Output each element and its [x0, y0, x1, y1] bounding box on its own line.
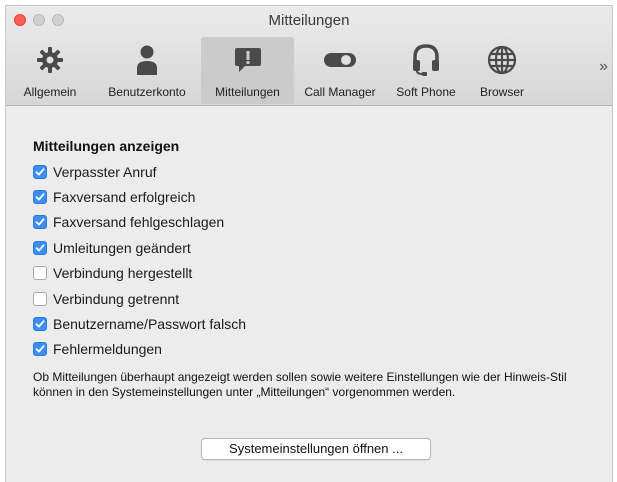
tab-label: Browser: [479, 85, 524, 99]
option-umleitungen-geaendert[interactable]: Umleitungen geändert: [33, 238, 191, 258]
tab-browser[interactable]: Browser: [466, 37, 538, 104]
gear-icon: [8, 41, 92, 79]
option-label: Benutzername/Passwort falsch: [53, 316, 246, 332]
option-faxversand-fehlgeschlagen[interactable]: Faxversand fehlgeschlagen: [33, 212, 224, 232]
option-label: Verbindung hergestellt: [53, 265, 193, 281]
notifications-pane: Mitteilungen anzeigen Verpasster Anruf F…: [6, 106, 612, 482]
globe-icon: [466, 41, 538, 79]
option-verpasster-anruf[interactable]: Verpasster Anruf: [33, 162, 157, 182]
checkmark-icon: [35, 320, 45, 328]
checkbox-checked[interactable]: [33, 165, 47, 179]
option-fehlermeldungen[interactable]: Fehlermeldungen: [33, 339, 162, 359]
option-label: Umleitungen geändert: [53, 240, 191, 256]
checkbox-checked[interactable]: [33, 317, 47, 331]
tab-label: Soft Phone: [396, 85, 456, 99]
checkmark-icon: [35, 218, 45, 226]
open-system-preferences-button[interactable]: Systemeinstellungen öffnen ...: [201, 438, 431, 460]
option-faxversand-erfolgreich[interactable]: Faxversand erfolgreich: [33, 187, 195, 207]
tab-soft-phone[interactable]: Soft Phone: [386, 37, 466, 104]
tab-allgemein[interactable]: Allgemein: [8, 37, 92, 104]
info-text: Ob Mitteilungen überhaupt angezeigt werd…: [33, 370, 567, 399]
checkbox-unchecked[interactable]: [33, 266, 47, 280]
section-heading: Mitteilungen anzeigen: [33, 138, 180, 154]
checkmark-icon: [35, 244, 45, 252]
checkmark-icon: [35, 193, 45, 201]
checkmark-icon: [35, 168, 45, 176]
tab-label: Mitteilungen: [215, 85, 280, 99]
checkmark-icon: [35, 345, 45, 353]
option-label: Verpasster Anruf: [53, 164, 157, 180]
checkbox-checked[interactable]: [33, 241, 47, 255]
titlebar: Mitteilungen Allgemein Benutzerkonto Mit…: [6, 6, 612, 106]
option-label: Faxversand erfolgreich: [53, 189, 196, 205]
tab-benutzerkonto[interactable]: Benutzerkonto: [92, 37, 202, 104]
option-benutzername-passwort-falsch[interactable]: Benutzername/Passwort falsch: [33, 314, 246, 334]
tab-label: Benutzerkonto: [108, 85, 186, 99]
checkbox-checked[interactable]: [33, 190, 47, 204]
user-icon: [92, 41, 202, 79]
toggle-icon: [294, 41, 386, 79]
window-title: Mitteilungen: [268, 12, 350, 29]
option-label: Faxversand fehlgeschlagen: [53, 214, 225, 230]
tab-mitteilungen[interactable]: Mitteilungen: [201, 37, 294, 104]
tab-label: Call Manager: [304, 85, 376, 99]
option-verbindung-getrennt[interactable]: Verbindung getrennt: [33, 289, 179, 309]
option-verbindung-hergestellt[interactable]: Verbindung hergestellt: [33, 263, 192, 283]
preferences-window: Mitteilungen Allgemein Benutzerkonto Mit…: [5, 5, 613, 482]
option-label: Fehlermeldungen: [53, 341, 162, 357]
preferences-toolbar: Allgemein Benutzerkonto Mitteilungen Cal…: [6, 34, 612, 104]
headset-icon: [386, 41, 466, 79]
tab-call-manager[interactable]: Call Manager: [294, 37, 386, 104]
option-label: Verbindung getrennt: [53, 291, 180, 307]
toolbar-overflow-button[interactable]: »: [599, 58, 608, 76]
checkbox-unchecked[interactable]: [33, 292, 47, 306]
tab-label: Allgemein: [23, 85, 77, 99]
checkbox-checked[interactable]: [33, 215, 47, 229]
notification-icon: [201, 41, 294, 79]
checkbox-checked[interactable]: [33, 342, 47, 356]
